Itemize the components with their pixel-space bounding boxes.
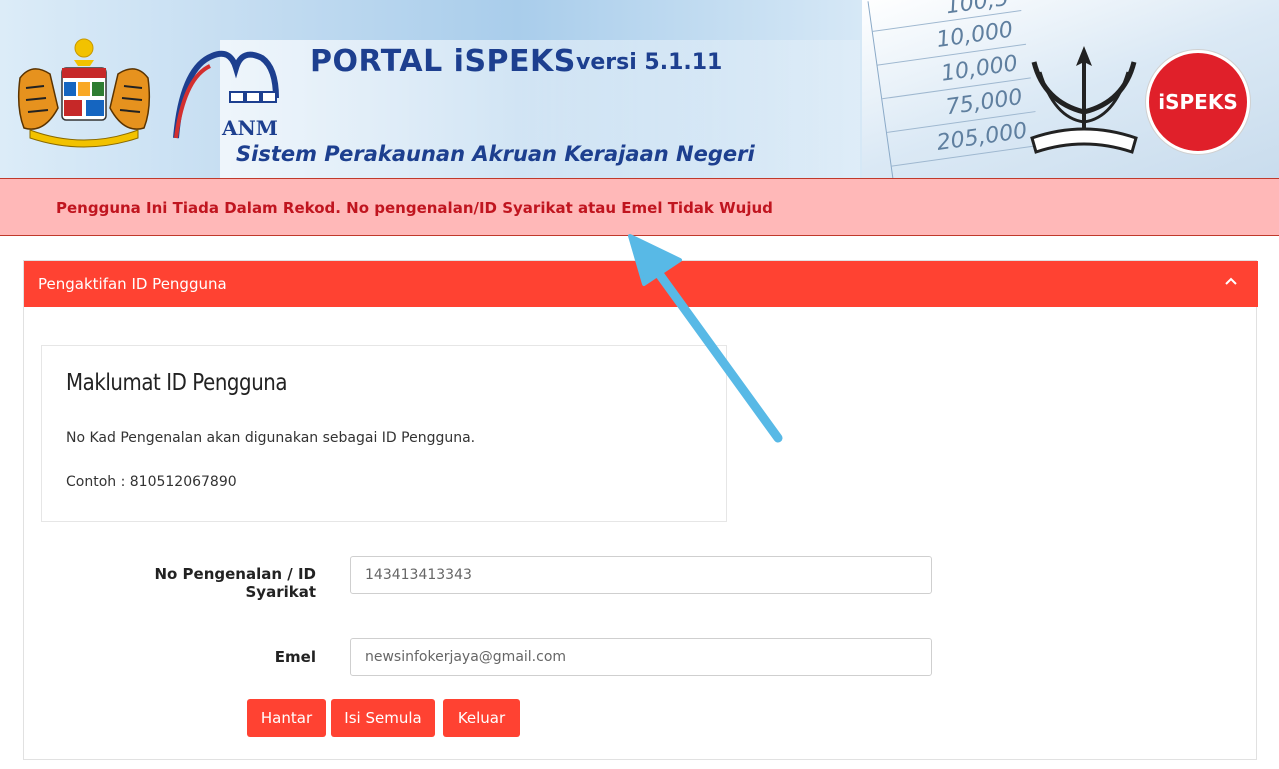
ispeks-logo: iSPEKS: [1146, 50, 1250, 154]
spreadsheet-graphic: 100,5 10,000 10,000 75,000 205,000: [867, 0, 1043, 178]
info-description: No Kad Pengenalan akan digunakan sebagai…: [66, 430, 476, 446]
chevron-up-icon[interactable]: [1222, 273, 1240, 291]
annotation-arrow-icon: [628, 234, 783, 443]
id-field-label: No Pengenalan / ID Syarikat: [154, 565, 316, 601]
error-message: Pengguna Ini Tiada Dalam Rekod. No penge…: [56, 199, 773, 217]
reset-button[interactable]: Isi Semula: [331, 699, 435, 737]
portal-title: PORTAL iSPEKS: [310, 44, 576, 79]
header-banner: 100,5 10,000 10,000 75,000 205,000 ANM P…: [0, 0, 1279, 178]
email-field-label: Emel: [274, 648, 316, 666]
info-heading: Maklumat ID Pengguna: [66, 370, 288, 396]
anm-label: ANM: [222, 116, 278, 140]
info-example: Contoh : 810512067890: [66, 474, 237, 490]
submit-button[interactable]: Hantar: [247, 699, 326, 737]
exit-button[interactable]: Keluar: [443, 699, 520, 737]
system-subtitle: Sistem Perakaunan Akruan Kerajaan Negeri: [236, 142, 755, 166]
version-label: versi 5.1.11: [576, 50, 723, 75]
panel-title: Pengaktifan ID Pengguna: [38, 275, 227, 293]
email-input[interactable]: newsinfokerjaya@gmail.com: [350, 638, 932, 676]
id-number-input[interactable]: 143413413343: [350, 556, 932, 594]
pahang-crest-icon: [1030, 46, 1138, 154]
malaysia-coat-of-arms-icon: [17, 38, 151, 148]
